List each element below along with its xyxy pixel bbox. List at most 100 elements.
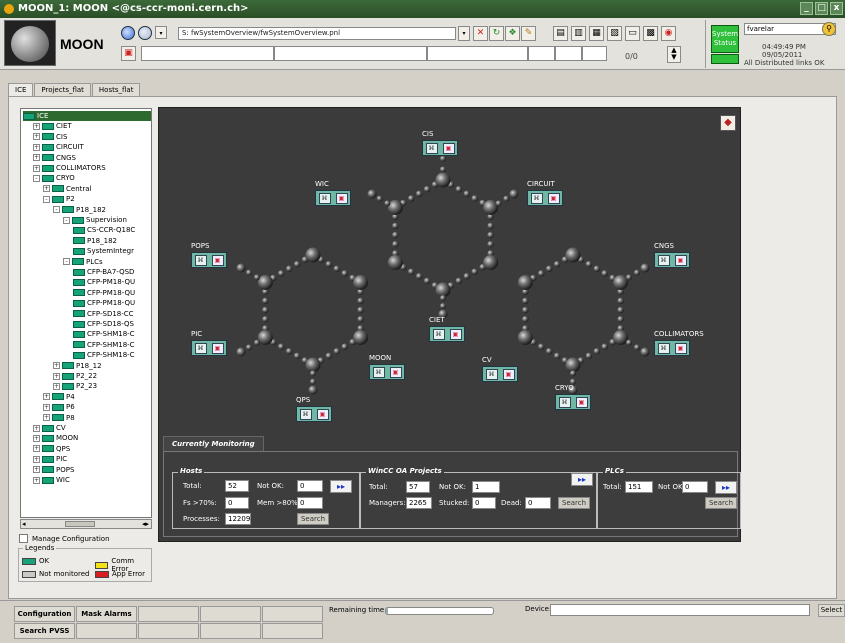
tree-node[interactable]: + WIC: [33, 475, 70, 485]
print-icon[interactable]: ▦: [589, 26, 604, 41]
path-dropdown-icon[interactable]: ▾: [458, 26, 470, 41]
configuration-button[interactable]: Configuration: [14, 606, 75, 622]
back-icon[interactable]: [121, 26, 135, 40]
tree-node[interactable]: + CV: [33, 423, 66, 433]
panel-icon[interactable]: ▣: [389, 366, 402, 378]
tree-node[interactable]: CFP-BA7-QSD: [73, 267, 134, 277]
tree-view-icon[interactable]: ⌘: [318, 192, 331, 204]
scroll-right-icon[interactable]: ◂▸: [142, 520, 149, 528]
system-status-indicator[interactable]: System Status: [711, 25, 739, 53]
history-dropdown-icon[interactable]: ▾: [155, 26, 167, 39]
mask-alarms-button[interactable]: Mask Alarms: [76, 606, 137, 622]
tree-view-icon[interactable]: ⌘: [432, 328, 445, 340]
user-icon[interactable]: ⚲: [822, 22, 836, 36]
wincc-search-button[interactable]: Search: [558, 497, 590, 509]
tree-icon[interactable]: ❖: [505, 26, 520, 41]
system-node[interactable]: CIRCUIT ⌘ ▣: [527, 180, 563, 206]
tree-node[interactable]: - P18_182: [53, 205, 106, 215]
close-button[interactable]: x: [830, 2, 843, 15]
system-node-status[interactable]: ⌘ ▣: [191, 340, 227, 356]
scroll-left-icon[interactable]: ◂: [22, 520, 26, 528]
system-node-status[interactable]: ⌘ ▣: [654, 252, 690, 268]
documents-icon[interactable]: ▥: [571, 26, 586, 41]
tree-view-icon[interactable]: ⌘: [299, 408, 312, 420]
tree-node[interactable]: CFP-SHM18-C: [73, 350, 135, 360]
tree-node[interactable]: CFP-SD18-QS: [73, 319, 134, 329]
collapse-icon[interactable]: -: [63, 258, 70, 266]
expand-icon[interactable]: +: [33, 466, 40, 474]
tree-view-icon[interactable]: ⌘: [657, 342, 670, 354]
panel-icon[interactable]: ▣: [442, 142, 455, 154]
plcs-next-button[interactable]: ▸▸: [715, 481, 737, 494]
expand-icon[interactable]: +: [33, 133, 40, 141]
system-node[interactable]: POPS ⌘ ▣: [191, 242, 227, 268]
tree-node[interactable]: CFP-SHM18-C: [73, 340, 135, 350]
help-book-icon[interactable]: ◆: [720, 115, 736, 131]
expand-icon[interactable]: +: [33, 154, 40, 162]
maximize-button[interactable]: □: [815, 2, 828, 15]
expand-icon[interactable]: +: [53, 382, 60, 390]
tree-node[interactable]: + QPS: [33, 444, 70, 454]
collapse-icon[interactable]: -: [53, 206, 60, 214]
system-node[interactable]: CIS ⌘ ▣: [422, 130, 458, 156]
system-node-status[interactable]: ⌘ ▣: [369, 364, 405, 380]
system-node-status[interactable]: ⌘ ▣: [315, 190, 351, 206]
tree-node[interactable]: + Central: [43, 184, 92, 194]
monitoring-tab[interactable]: Currently Monitoring: [163, 436, 264, 452]
expand-icon[interactable]: +: [33, 434, 40, 442]
tree-node[interactable]: P18_182: [73, 236, 117, 246]
expand-icon[interactable]: +: [33, 424, 40, 432]
tree-node[interactable]: + P6: [43, 402, 75, 412]
tree-view-icon[interactable]: ⌘: [194, 254, 207, 266]
tree-node[interactable]: + PIC: [33, 454, 67, 464]
tree-node[interactable]: + P4: [43, 392, 75, 402]
system-node-status[interactable]: ⌘ ▣: [422, 140, 458, 156]
tree-node[interactable]: + CIRCUIT: [33, 142, 84, 152]
system-node[interactable]: CNGS ⌘ ▣: [654, 242, 690, 268]
expand-icon[interactable]: +: [53, 372, 60, 380]
collapse-icon[interactable]: -: [43, 195, 50, 203]
tree-node[interactable]: - P2: [43, 194, 75, 204]
panel-icon[interactable]: ▣: [449, 328, 462, 340]
search-pvss-button[interactable]: Search PVSS: [14, 623, 75, 639]
panel-path-field[interactable]: S: fwSystemOverview/fwSystemOverview.pnl: [178, 27, 456, 40]
tree-node[interactable]: ICE: [23, 111, 151, 121]
device-field[interactable]: [550, 604, 810, 616]
system-node-status[interactable]: ⌘ ▣: [555, 394, 591, 410]
tree-node[interactable]: + CIS: [33, 132, 67, 142]
alert-icon[interactable]: ◉: [661, 26, 676, 41]
tree-node[interactable]: - Supervision: [63, 215, 127, 225]
manage-configuration[interactable]: Manage Configuration: [19, 534, 110, 543]
expand-icon[interactable]: +: [33, 455, 40, 463]
system-node[interactable]: CV ⌘ ▣: [482, 356, 518, 382]
tree-node[interactable]: CFP-SHM18-C: [73, 329, 135, 339]
close-panel-icon[interactable]: ✕: [473, 26, 488, 41]
tree-node[interactable]: CS-CCR-Q18C: [73, 225, 135, 235]
tree-view-icon[interactable]: ⌘: [558, 396, 571, 408]
expand-icon[interactable]: +: [33, 445, 40, 453]
tab-hosts-flat[interactable]: Hosts_flat: [91, 83, 141, 96]
panel-icon[interactable]: ▣: [575, 396, 588, 408]
monitor-icon[interactable]: ▭: [625, 26, 640, 41]
tree-node[interactable]: + COLLIMATORS: [33, 163, 106, 173]
expand-icon[interactable]: +: [43, 185, 50, 193]
tree-node[interactable]: + P2_22: [53, 371, 97, 381]
minimize-button[interactable]: _: [800, 2, 813, 15]
expand-icon[interactable]: +: [33, 143, 40, 151]
tab-projects-flat[interactable]: Projects_flat: [34, 83, 91, 96]
tree-node[interactable]: + P8: [43, 413, 75, 423]
system-node[interactable]: PIC ⌘ ▣: [191, 330, 227, 356]
tree-node[interactable]: - CRYO: [33, 173, 75, 183]
tree-node[interactable]: + MOON: [33, 433, 78, 443]
system-node[interactable]: CIET ⌘ ▣: [429, 316, 465, 342]
expand-icon[interactable]: +: [43, 414, 50, 422]
empty-button-2[interactable]: [200, 606, 261, 622]
panel-icon[interactable]: ▣: [547, 192, 560, 204]
tree-node[interactable]: + CNGS: [33, 153, 76, 163]
chart-icon[interactable]: ▩: [643, 26, 658, 41]
calendar-icon[interactable]: ▣: [121, 46, 136, 61]
tab-ice[interactable]: ICE: [8, 83, 34, 97]
wincc-next-button[interactable]: ▸▸: [571, 473, 593, 486]
system-node[interactable]: CRYO ⌘ ▣: [555, 384, 591, 410]
panel-icon[interactable]: ▣: [502, 368, 515, 380]
